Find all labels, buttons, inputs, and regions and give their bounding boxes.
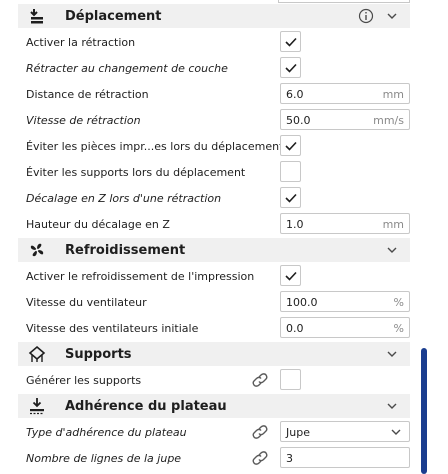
checkmark-icon bbox=[285, 37, 297, 47]
fan-speed-input[interactable]: 100.0 % bbox=[280, 291, 410, 312]
skirt-line-count-input[interactable]: 3 bbox=[280, 447, 410, 468]
chevron-down-icon[interactable] bbox=[386, 10, 398, 22]
setting-label: Rétracter au changement de couche bbox=[26, 62, 228, 75]
retraction-speed-input[interactable]: 50.0 mm/s bbox=[280, 109, 410, 130]
chevron-down-icon[interactable] bbox=[386, 400, 398, 412]
setting-row-fan-speed: Vitesse du ventilateur 100.0 % bbox=[26, 290, 416, 316]
chevron-down-icon[interactable] bbox=[386, 244, 398, 256]
print-settings-panel: Déplacement Activer la rétraction Rétrac… bbox=[0, 0, 448, 474]
setting-row-skirt-line-count: Nombre de lignes de la jupe 3 bbox=[26, 446, 416, 472]
setting-label: Hauteur du décalage en Z bbox=[26, 218, 170, 231]
setting-row-hop-enabled: Décalage en Z lors d'une rétraction bbox=[26, 186, 416, 212]
setting-label: Nombre de lignes de la jupe bbox=[26, 452, 182, 465]
section-title-adhesion: Adhérence du plateau bbox=[65, 398, 227, 414]
setting-label: Activer la rétraction bbox=[26, 36, 136, 49]
setting-row-fan-speed-initial: Vitesse des ventilateurs initiale 0.0 % bbox=[26, 316, 416, 342]
retraction-distance-input[interactable]: 6.0 mm bbox=[280, 83, 410, 104]
setting-row-hop-height: Hauteur du décalage en Z 1.0 mm bbox=[26, 212, 416, 238]
avoid-supports-checkbox[interactable] bbox=[280, 161, 301, 182]
field-value: 1.0 bbox=[286, 218, 304, 231]
adhesion-icon bbox=[30, 398, 44, 415]
fan-enabled-checkbox[interactable] bbox=[280, 265, 301, 286]
setting-label: Éviter les supports lors du déplacement bbox=[26, 166, 246, 179]
chevron-down-icon bbox=[391, 429, 401, 435]
section-header-support[interactable]: Supports bbox=[18, 342, 410, 366]
info-icon[interactable] bbox=[358, 8, 374, 24]
travel-icon bbox=[30, 9, 43, 24]
retract-layer-change-checkbox[interactable] bbox=[280, 57, 301, 78]
section-header-cooling[interactable]: Refroidissement bbox=[18, 238, 410, 262]
setting-label: Générer les supports bbox=[26, 374, 142, 387]
section-title-cooling: Refroidissement bbox=[65, 242, 186, 258]
scrollbar-thumb[interactable] bbox=[421, 348, 427, 474]
field-value: 50.0 bbox=[286, 114, 311, 127]
setting-label: Activer le refroidissement de l'impressi… bbox=[26, 270, 255, 283]
select-value: Jupe bbox=[286, 426, 310, 439]
avoid-printed-checkbox[interactable] bbox=[280, 135, 301, 156]
setting-row-avoid-supports: Éviter les supports lors du déplacement bbox=[26, 160, 416, 186]
section-header-adhesion[interactable]: Adhérence du plateau bbox=[18, 394, 410, 418]
setting-label: Type d'adhérence du plateau bbox=[26, 426, 187, 439]
field-value: 6.0 bbox=[286, 88, 304, 101]
setting-row-retract-layer-change: Rétracter au changement de couche bbox=[26, 56, 416, 82]
setting-row-avoid-printed: Éviter les pièces impr...es lors du dépl… bbox=[26, 134, 416, 160]
fan-icon bbox=[30, 243, 44, 257]
field-value: 0.0 bbox=[286, 322, 304, 335]
checkmark-icon bbox=[285, 141, 297, 151]
field-unit: % bbox=[393, 322, 404, 335]
checkmark-icon bbox=[285, 271, 297, 281]
fan-speed-initial-input[interactable]: 0.0 % bbox=[280, 317, 410, 338]
section-title-travel: Déplacement bbox=[65, 8, 162, 24]
hop-enabled-checkbox[interactable] bbox=[280, 187, 301, 208]
support-icon bbox=[28, 345, 46, 362]
setting-row-support-enable: Générer les supports bbox=[26, 368, 416, 394]
field-unit: mm/s bbox=[373, 114, 404, 127]
setting-label: Vitesse des ventilateurs initiale bbox=[26, 322, 199, 335]
section-header-travel[interactable]: Déplacement bbox=[18, 4, 410, 28]
hop-height-input[interactable]: 1.0 mm bbox=[280, 213, 410, 234]
field-unit: mm bbox=[382, 218, 404, 231]
checkmark-icon bbox=[285, 63, 297, 73]
setting-label: Vitesse de rétraction bbox=[26, 114, 141, 127]
section-title-support: Supports bbox=[65, 346, 132, 362]
field-value: 100.0 bbox=[286, 296, 318, 309]
setting-label: Distance de rétraction bbox=[26, 88, 149, 101]
setting-row-retraction-enable: Activer la rétraction bbox=[26, 30, 416, 56]
adhesion-type-select[interactable]: Jupe bbox=[280, 421, 410, 442]
field-unit: % bbox=[393, 296, 404, 309]
chevron-down-icon[interactable] bbox=[386, 348, 398, 360]
link-icon[interactable] bbox=[252, 451, 268, 465]
field-unit: mm bbox=[382, 88, 404, 101]
setting-row-retraction-distance: Distance de rétraction 6.0 mm bbox=[26, 82, 416, 108]
setting-row-fan-enabled: Activer le refroidissement de l'impressi… bbox=[26, 264, 416, 290]
previous-field-edge bbox=[278, 0, 410, 3]
field-value: 3 bbox=[286, 452, 293, 465]
checkmark-icon bbox=[285, 193, 297, 203]
setting-row-adhesion-type: Type d'adhérence du plateau Jupe bbox=[26, 420, 416, 446]
retraction-enable-checkbox[interactable] bbox=[280, 31, 301, 52]
support-enable-checkbox[interactable] bbox=[280, 369, 301, 390]
link-icon[interactable] bbox=[252, 373, 268, 387]
link-icon[interactable] bbox=[252, 425, 268, 439]
setting-label: Vitesse du ventilateur bbox=[26, 296, 147, 309]
setting-label: Éviter les pièces impr...es lors du dépl… bbox=[26, 140, 284, 153]
setting-label: Décalage en Z lors d'une rétraction bbox=[26, 192, 222, 205]
setting-row-retraction-speed: Vitesse de rétraction 50.0 mm/s bbox=[26, 108, 416, 134]
